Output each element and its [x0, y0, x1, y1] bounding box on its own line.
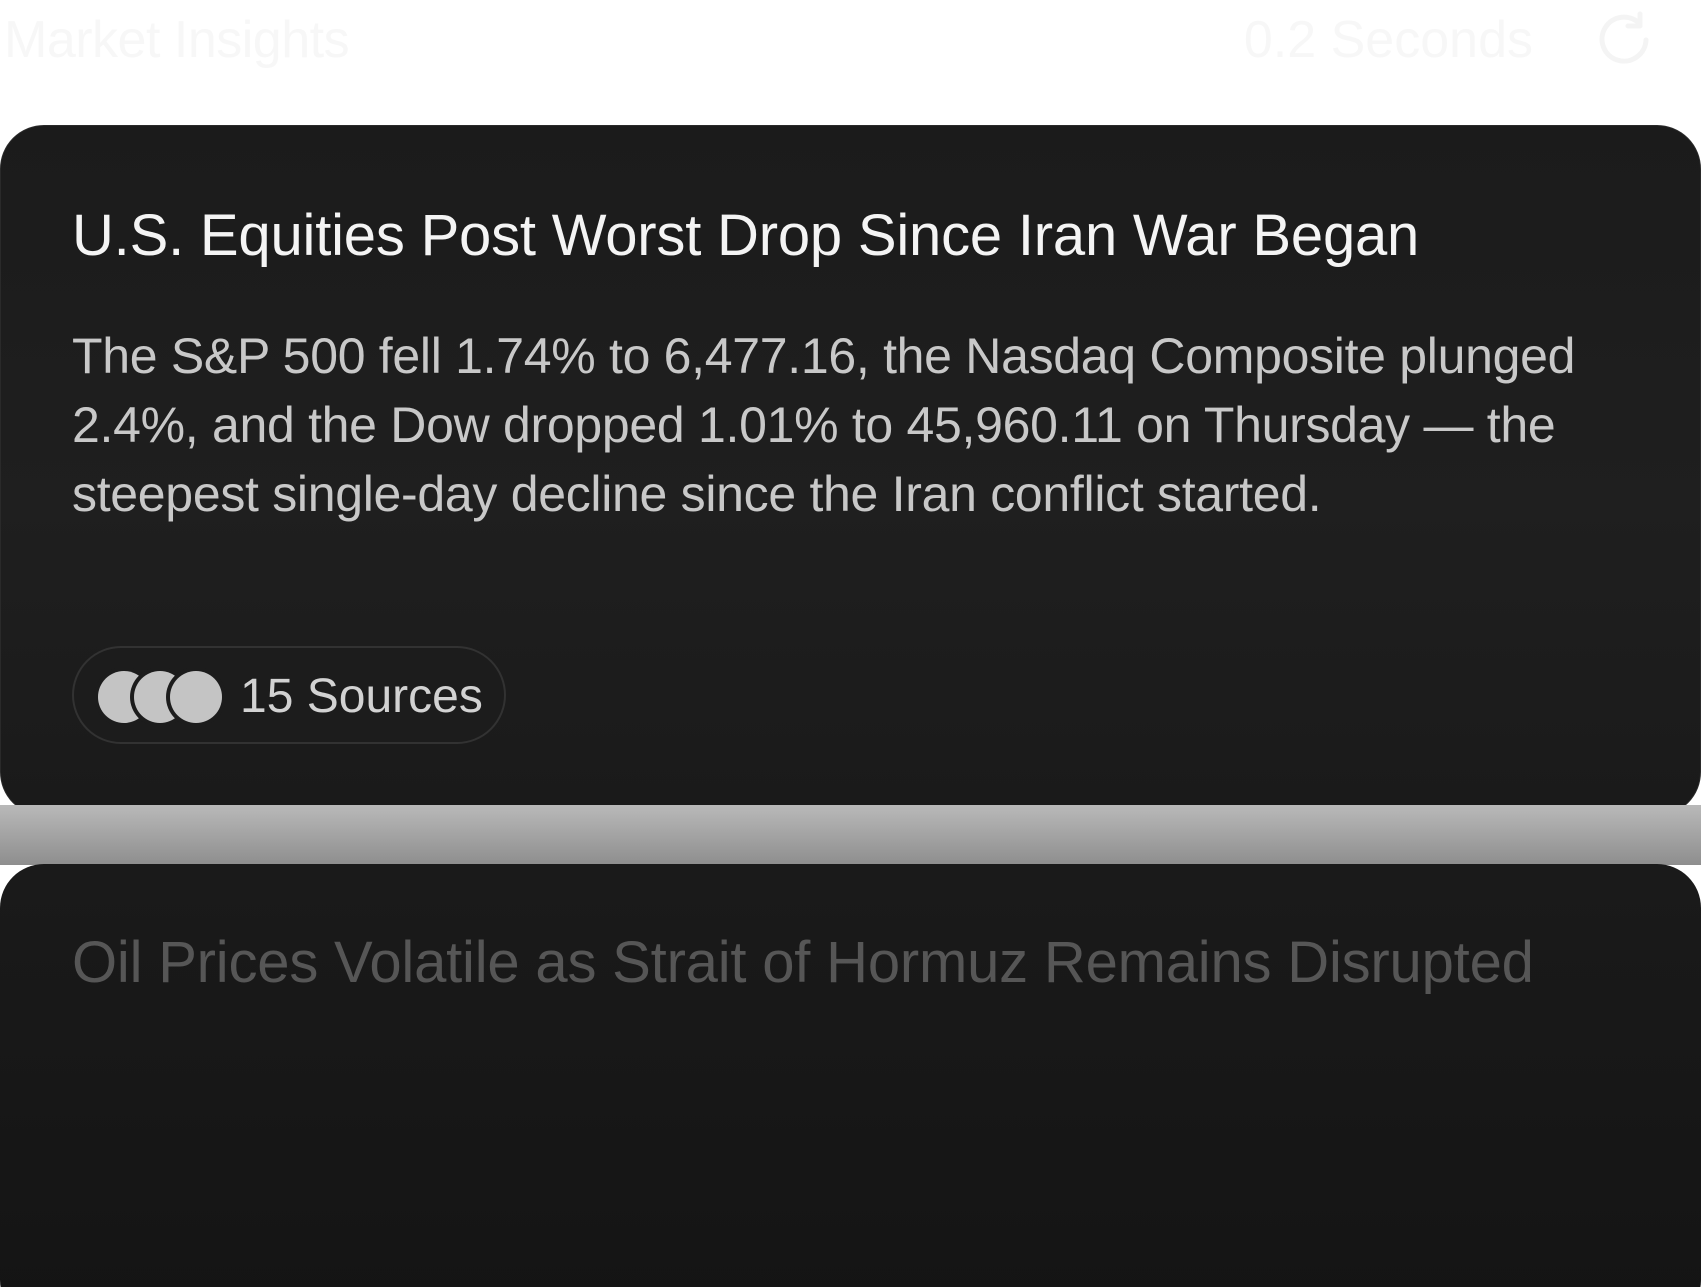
sources-count-label: 15 Sources: [240, 670, 483, 723]
source-avatar-group: [98, 671, 228, 723]
response-time-label: 0.2 Seconds: [1243, 11, 1533, 69]
page-title: Market Insights: [4, 11, 350, 69]
sources-button[interactable]: 15 Sources: [72, 646, 506, 744]
news-card-summary: The S&P 500 fell 1.74% to 6,477.16, the …: [72, 328, 1576, 522]
card-divider-gradient: [0, 805, 1701, 865]
header-bar: Market Insights 0.2 Seconds: [0, 0, 1701, 84]
refresh-icon[interactable]: [1594, 10, 1654, 70]
source-avatar-icon: [170, 671, 222, 723]
news-card-title[interactable]: Oil Prices Volatile as Strait of Hormuz …: [72, 924, 1592, 1002]
news-card-title[interactable]: U.S. Equities Post Worst Drop Since Iran…: [72, 204, 1419, 268]
